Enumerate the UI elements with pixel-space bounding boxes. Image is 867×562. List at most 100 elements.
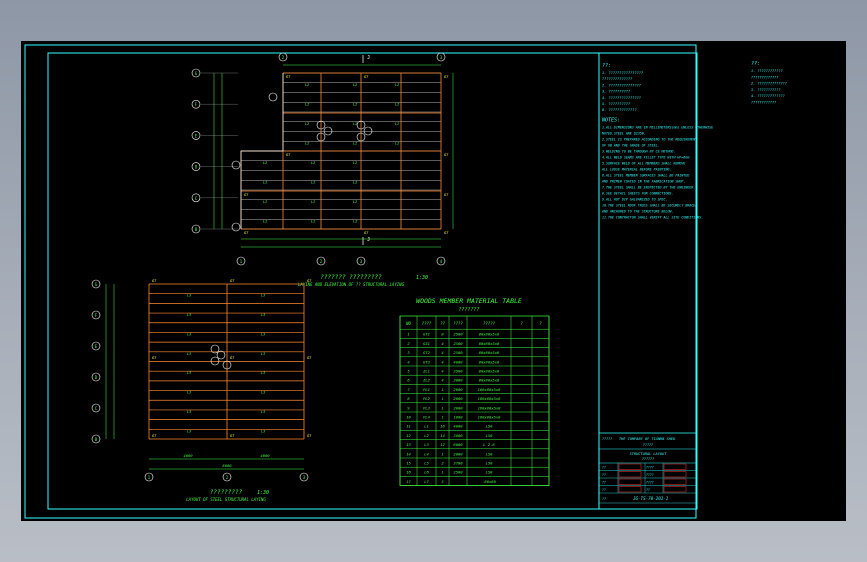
- table-cell: 2500: [453, 341, 463, 346]
- notes-line: 2.STEEL IS PREPARED ACCORDING TO THE REQ…: [602, 137, 698, 141]
- connection-node: [231, 160, 241, 170]
- grid-bubble-label: 1: [148, 475, 151, 480]
- notes-line: 7.THE STEEL SHALL BE INSPECTED BY THE EN…: [602, 185, 695, 189]
- table-cell: 4: [441, 378, 444, 383]
- beam-label: L2: [395, 102, 399, 106]
- table-cell: 3700: [452, 461, 463, 466]
- table-cell: 15: [406, 461, 411, 466]
- table-cell: 1: [441, 405, 443, 410]
- table-cell: 2: [441, 461, 444, 466]
- table-cell: 16: [440, 424, 445, 429]
- grid-bubble-label: D: [95, 375, 98, 380]
- column-tag: GT: [286, 75, 291, 79]
- material-table-subtitle: ???????: [458, 307, 479, 313]
- title-block[interactable]: ????? THE COMPANY OF TIANMA SHED????? STRU…: [599, 432, 697, 504]
- table-cell: L6: [424, 470, 429, 475]
- table-cell: GZ1: [423, 341, 430, 346]
- beam-label: L2: [311, 180, 315, 184]
- table-cell: L4: [424, 451, 429, 456]
- table-cell: 7: [407, 387, 410, 392]
- lower-structural-plan[interactable]: L3 L3 L3 L3 L3 L3 L3 L3 L3 L3 L3 L3 L3 L3 L3 L3 GT GT GT GT…: [91, 279, 312, 482]
- beam-label: L2: [395, 83, 399, 87]
- outer-notes-line: ?????????????: [751, 75, 778, 79]
- table-cell: L50: [486, 470, 494, 475]
- stage-label: ??: [602, 497, 606, 501]
- notes-heading: NOTES:: [601, 117, 620, 123]
- connection-node: [216, 350, 226, 360]
- titleblock-cell: ????: [646, 473, 654, 477]
- material-table[interactable]: NO???????????????? ?1 GT1 8 2500 80x80x5x82 GZ…: [399, 315, 550, 486]
- beam-label: L2: [311, 219, 315, 223]
- table-cell: 5: [407, 369, 410, 374]
- beam-label: L2: [311, 161, 315, 165]
- beam-label: L2: [263, 200, 267, 204]
- notes-line: OF GB AND THE GRADE OF STEEL.: [602, 143, 660, 147]
- table-cell: L50: [486, 433, 494, 438]
- beam-label: L3: [187, 332, 191, 336]
- drawing-number: JG-TS-70-201-1: [632, 496, 668, 501]
- table-cell: 80x80x5x8: [479, 359, 500, 364]
- outer-notes-line: ????????????: [751, 101, 776, 105]
- table-header: ?: [520, 321, 523, 326]
- table-cell: PL4: [423, 415, 431, 420]
- outer-notes-line: 1. ????????????: [751, 69, 783, 73]
- signature-cell: [663, 471, 687, 478]
- drawing-sheet[interactable]: L2 L2 L2 L2 L2 L2 L2 L2 L2 L2 L2 L2 L2 L2 L2 L2 L2 L2 L2 L2…: [21, 41, 846, 521]
- company-name: THE COMPANY OF TIANMA SHED: [619, 437, 675, 441]
- beam-label: L2: [263, 219, 267, 223]
- table-cell: 4000: [453, 359, 463, 364]
- table-cell: 3: [406, 350, 410, 355]
- notes-line: ALL LOOSE MATERIAL BEFORE PAINTING.: [601, 167, 671, 171]
- titleblock-cell: ??: [602, 473, 606, 477]
- inner-frame: [47, 52, 698, 510]
- column-tag: GT: [444, 231, 449, 235]
- table-cell: L3: [424, 442, 429, 447]
- grid-bubble-label: 2: [282, 55, 285, 60]
- table-cell: 16: [406, 470, 411, 475]
- column-tag: GT: [286, 153, 291, 157]
- notes-line: 4.ALL WELD SEAMS ARE FILLET TYPE WITH HF…: [602, 155, 689, 159]
- beam-label: L3: [187, 352, 191, 356]
- table-cell: 160x80x5x8: [478, 405, 502, 410]
- table-cell: 80x80x5x8: [479, 341, 500, 346]
- table-cell: 160x80x5x8: [478, 387, 502, 392]
- notes-line: 11.THE CONTRACTOR SHALL VERIFY ALL SITE …: [602, 215, 703, 219]
- lower-plan-scale: 1:30: [257, 490, 269, 496]
- titleblock-cell: ??: [602, 488, 606, 492]
- grid-bubble-label: G: [95, 282, 98, 287]
- table-cell: 1: [441, 470, 443, 475]
- material-table-title: WOODS MEMBER MATERIAL TABLE: [416, 297, 522, 305]
- cad-viewport[interactable]: L2 L2 L2 L2 L2 L2 L2 L2 L2 L2 L2 L2 L2 L2 L2 L2 L2 L2 L2 L2…: [21, 41, 846, 521]
- signature-cell: [618, 463, 642, 470]
- column-tag: GT: [364, 231, 369, 235]
- beam-label: L3: [187, 294, 191, 298]
- beam-label: L2: [353, 161, 357, 165]
- table-cell: 4: [441, 350, 444, 355]
- company-label: ?????: [602, 437, 612, 441]
- notes-line: 1. ????????????????: [602, 71, 643, 75]
- beam-label: L2: [353, 102, 357, 106]
- beam-label: L3: [261, 410, 265, 414]
- table-cell: 1: [407, 332, 409, 337]
- upper-structural-plan[interactable]: L2 L2 L2 L2 L2 L2 L2 L2 L2 L2 L2 L2 L2 L2 L2 L2 L2 L2 L2 L2…: [191, 52, 454, 266]
- table-header: NO: [405, 321, 411, 326]
- table-cell: PL1: [423, 387, 430, 392]
- table-cell: 4: [407, 359, 410, 364]
- titleblock-cell: ????: [646, 466, 654, 470]
- grid-bubble-label: 2: [226, 475, 229, 480]
- notes-heading: ??:: [602, 63, 611, 69]
- table-cell: 80x80x5x8: [479, 378, 500, 383]
- column-tag: GT: [230, 356, 235, 360]
- table-header: ????: [453, 321, 463, 326]
- signature-cell: [618, 478, 642, 485]
- table-cell: 3800: [452, 433, 463, 438]
- connection-node: [268, 92, 278, 102]
- beam-label: L3: [261, 352, 265, 356]
- table-cell: 8: [441, 332, 444, 337]
- dimension-value: 4000: [183, 453, 193, 458]
- titleblock-cell: ????: [646, 481, 654, 485]
- notes-line: 6.ALL STEEL MEMBER SURFACES SHALL BE PAI…: [602, 173, 689, 177]
- grid-bubble-label: G: [195, 71, 198, 76]
- grid-bubble-label: 2: [320, 259, 323, 264]
- table-cell: 17: [406, 479, 411, 484]
